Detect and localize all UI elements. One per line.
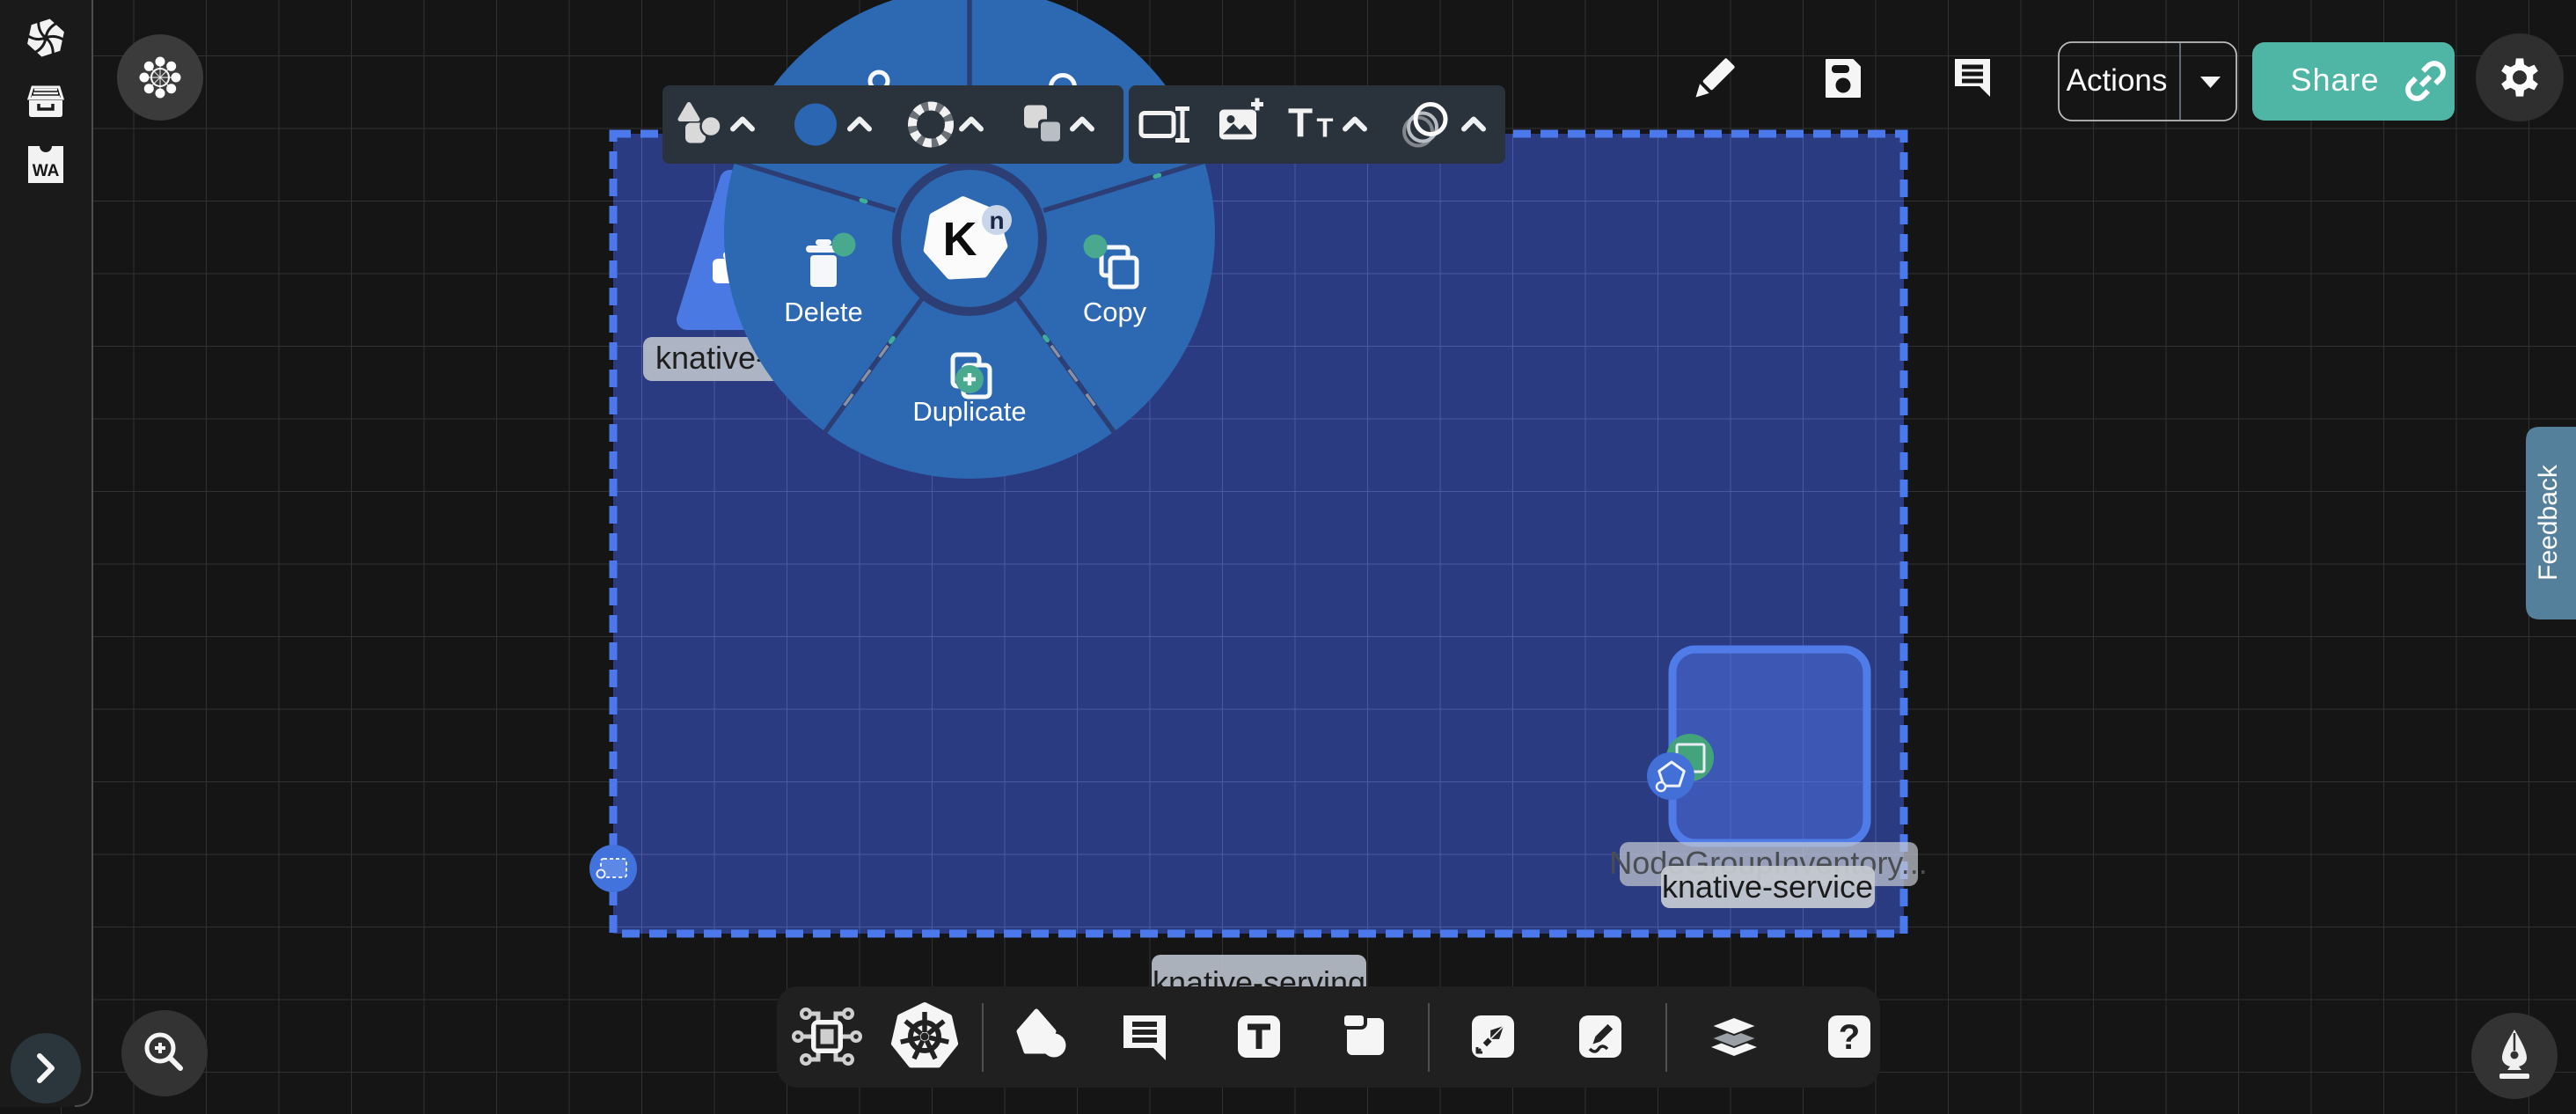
svg-text:T: T xyxy=(1288,100,1313,146)
svg-text:T: T xyxy=(1317,113,1334,143)
svg-text:Copy: Copy xyxy=(1083,297,1147,327)
svg-text:knative-service: knative-service xyxy=(1662,868,1873,905)
svg-text:Feedback: Feedback xyxy=(2534,464,2563,581)
svg-text:?: ? xyxy=(1839,1018,1860,1057)
svg-text:Actions: Actions xyxy=(2067,63,2168,98)
svg-text:Share: Share xyxy=(2290,62,2379,98)
svg-text:Delete: Delete xyxy=(784,297,863,327)
svg-text:n: n xyxy=(989,207,1004,234)
svg-text:WA: WA xyxy=(33,162,60,180)
svg-text:K: K xyxy=(943,213,977,266)
svg-text:Duplicate: Duplicate xyxy=(912,396,1026,427)
